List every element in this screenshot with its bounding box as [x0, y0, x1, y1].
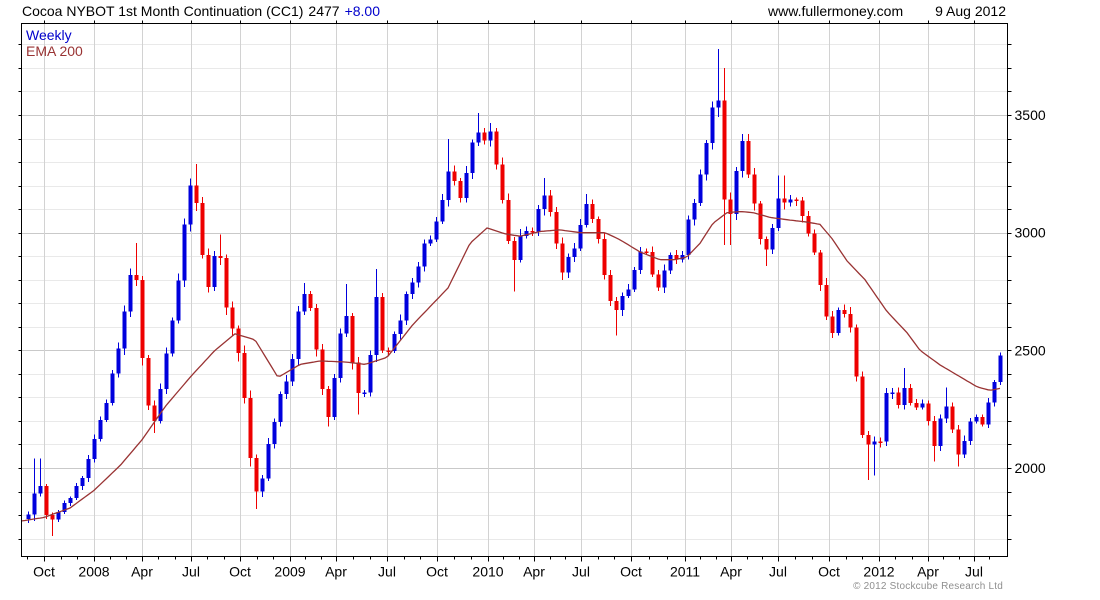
x-tick-label: Oct: [33, 564, 55, 580]
ema-line: [21, 210, 1001, 522]
x-tick-label: Oct: [818, 564, 840, 580]
x-tick-label: 2010: [472, 564, 503, 580]
x-tick-label: Apr: [917, 564, 939, 580]
x-tick-label: Apr: [131, 564, 153, 580]
y-tick-label: 3000: [1015, 225, 1046, 241]
y-tick-label: 2500: [1015, 342, 1046, 358]
x-tick-label: Apr: [325, 564, 347, 580]
x-tick-label: Jul: [182, 564, 200, 580]
x-tick-label: Jul: [965, 564, 983, 580]
chart-header: Cocoa NYBOT 1st Month Continuation (CC1)…: [22, 3, 1006, 19]
instrument-name: Cocoa NYBOT 1st Month Continuation (CC1): [22, 3, 304, 19]
date-text: 9 Aug 2012: [935, 3, 1006, 19]
last-price: 2477: [308, 3, 340, 19]
y-tick-label: 2000: [1015, 460, 1046, 476]
x-tick-label: Oct: [229, 564, 251, 580]
x-tick-label: Oct: [620, 564, 642, 580]
y-tick-label: 3500: [1015, 107, 1046, 123]
x-tick-label: 2009: [274, 564, 305, 580]
x-tick-label: Jul: [378, 564, 396, 580]
legend-weekly-label: Weekly: [26, 27, 72, 43]
website-text: www.fullermoney.com: [768, 3, 904, 19]
x-tick-label: Jul: [572, 564, 590, 580]
y-tick-labels: 3500 3000 2500 2000: [1015, 107, 1046, 476]
chart-title: Cocoa NYBOT 1st Month Continuation (CC1)…: [22, 3, 380, 19]
chart-window: Oct 2008 Apr Jul Oct 2009 Apr Jul Oct 2010 Apr Jul O…: [0, 0, 1100, 600]
copyright-text: © 2012 Stockcube Research Ltd: [853, 581, 1003, 592]
x-tick-label: Apr: [523, 564, 545, 580]
price-change: +8.00: [344, 3, 381, 19]
x-tick-label: 2011: [670, 564, 700, 580]
x-tick-label: Apr: [720, 564, 742, 580]
legend: Weekly EMA 200: [26, 27, 83, 59]
x-tick-label: 2012: [863, 564, 894, 580]
price-chart: Oct 2008 Apr Jul Oct 2009 Apr Jul Oct 2010 Apr Jul O…: [18, 20, 1046, 580]
x-tick-label: 2008: [78, 564, 109, 580]
candles-layer: [26, 49, 1003, 536]
x-tick-label: Jul: [769, 564, 787, 580]
x-tick-label: Oct: [426, 564, 448, 580]
header-right: www.fullermoney.com 9 Aug 2012: [768, 3, 1006, 19]
x-tick-labels: Oct 2008 Apr Jul Oct 2009 Apr Jul Oct 2010 Apr Jul O…: [33, 564, 983, 580]
legend-ema-label: EMA 200: [26, 43, 83, 59]
